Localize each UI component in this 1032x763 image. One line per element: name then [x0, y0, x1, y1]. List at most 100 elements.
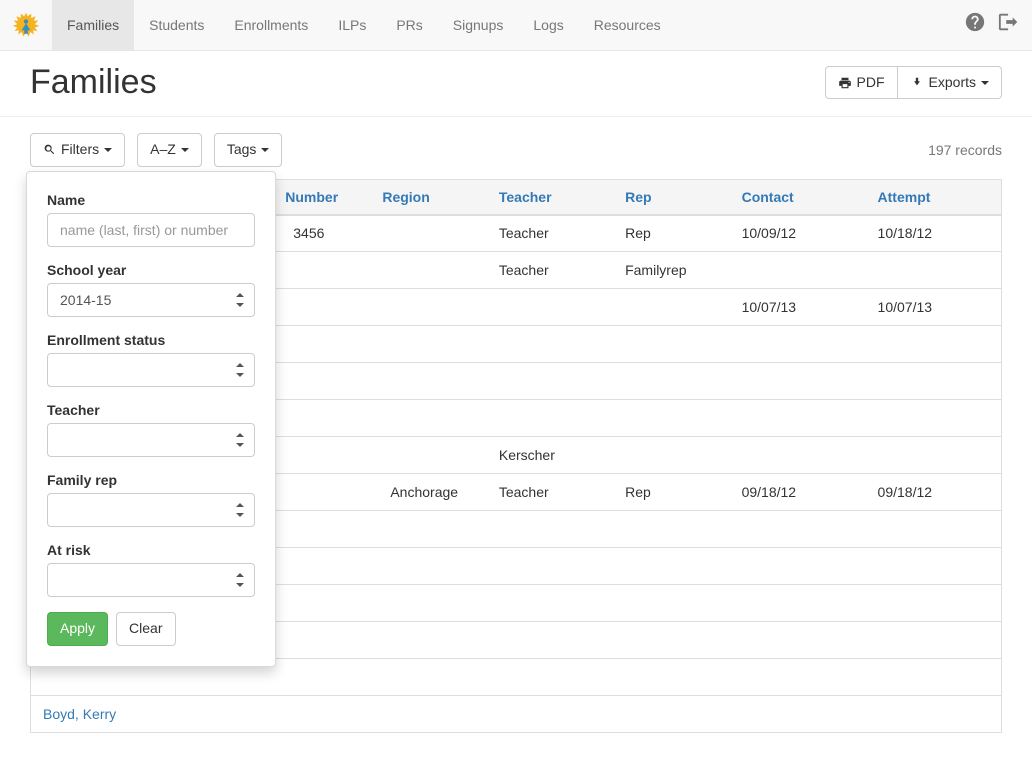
nav-enrollments[interactable]: Enrollments [219, 0, 323, 50]
cell-contact: 10/07/13 [730, 289, 866, 326]
nav-families[interactable]: Families [52, 0, 134, 50]
filters-panel: Name School year 2014-15 Enrollment stat… [26, 171, 276, 667]
cell-number [273, 622, 370, 659]
cell-number [273, 400, 370, 437]
cell-number [273, 511, 370, 548]
sun-person-icon [12, 11, 40, 39]
cell-teacher: Kerscher [487, 437, 613, 474]
cell-attempt [866, 511, 1002, 548]
cell-rep [613, 363, 730, 400]
cell-number [273, 548, 370, 585]
nav-ilps[interactable]: ILPs [323, 0, 381, 50]
caret-down-icon [181, 148, 189, 152]
cell-rep [613, 326, 730, 363]
col-rep[interactable]: Rep [613, 179, 730, 215]
record-count: 197 records [928, 142, 1002, 158]
cell-region [370, 215, 487, 252]
cell-teacher [487, 548, 613, 585]
cell-attempt [866, 659, 1002, 696]
cell-rep [613, 437, 730, 474]
cell-region [370, 548, 487, 585]
page-header: Families PDF Exports [0, 51, 1032, 117]
cell-contact: 09/18/12 [730, 474, 866, 511]
toolbar: Filters A–Z Tags 197 records Name School… [0, 117, 1032, 179]
cell-rep: Familyrep [613, 252, 730, 289]
cell-region [370, 400, 487, 437]
cell-region [370, 511, 487, 548]
cell-teacher [487, 400, 613, 437]
cell-region [370, 622, 487, 659]
at-risk-select[interactable] [47, 563, 255, 597]
cell-region [370, 289, 487, 326]
cell-region [370, 252, 487, 289]
caret-down-icon [261, 148, 269, 152]
cell-contact [730, 548, 866, 585]
col-number[interactable]: Number [273, 179, 370, 215]
cell-attempt [866, 585, 1002, 622]
cell-number [273, 437, 370, 474]
name-label: Name [47, 192, 255, 208]
cell-teacher [487, 511, 613, 548]
tags-button[interactable]: Tags [214, 133, 283, 167]
family-rep-select[interactable] [47, 493, 255, 527]
cell-teacher: Teacher [487, 252, 613, 289]
table-row: Boyd, Kerry [31, 696, 1002, 733]
family-link[interactable]: Boyd, Kerry [43, 706, 116, 722]
brand-logo[interactable] [0, 0, 52, 50]
cell-number: 3456 [273, 215, 370, 252]
cell-rep [613, 585, 730, 622]
name-input[interactable] [47, 213, 255, 247]
az-button[interactable]: A–Z [137, 133, 202, 167]
cell-rep [613, 696, 730, 733]
school-year-select[interactable]: 2014-15 [47, 283, 255, 317]
pdf-button[interactable]: PDF [825, 66, 898, 100]
cell-teacher [487, 363, 613, 400]
cell-number [273, 474, 370, 511]
cell-teacher [487, 659, 613, 696]
clear-button[interactable]: Clear [116, 612, 175, 646]
cell-number [273, 252, 370, 289]
at-risk-label: At risk [47, 542, 255, 558]
cell-rep: Rep [613, 215, 730, 252]
cell-region [370, 696, 487, 733]
cell-attempt [866, 252, 1002, 289]
cell-contact [730, 363, 866, 400]
nav-logs[interactable]: Logs [518, 0, 578, 50]
cell-contact [730, 326, 866, 363]
cell-teacher [487, 585, 613, 622]
teacher-select[interactable] [47, 423, 255, 457]
cell-number [273, 659, 370, 696]
cell-rep [613, 622, 730, 659]
col-teacher[interactable]: Teacher [487, 179, 613, 215]
cell-attempt: 10/07/13 [866, 289, 1002, 326]
cell-number [273, 289, 370, 326]
cell-number [273, 363, 370, 400]
sign-out-icon[interactable] [998, 11, 1020, 39]
help-icon[interactable] [964, 11, 986, 39]
cell-teacher: Teacher [487, 215, 613, 252]
nav-signups[interactable]: Signups [438, 0, 519, 50]
exports-button[interactable]: Exports [898, 66, 1002, 100]
apply-button[interactable]: Apply [47, 612, 108, 646]
cell-rep [613, 400, 730, 437]
filters-button[interactable]: Filters [30, 133, 125, 167]
col-contact[interactable]: Contact [730, 179, 866, 215]
cell-attempt [866, 437, 1002, 474]
school-year-label: School year [47, 262, 255, 278]
cell-attempt [866, 622, 1002, 659]
cell-teacher [487, 696, 613, 733]
cell-attempt [866, 696, 1002, 733]
cell-rep: Rep [613, 474, 730, 511]
cell-attempt: 09/18/12 [866, 474, 1002, 511]
nav-resources[interactable]: Resources [579, 0, 676, 50]
cell-attempt [866, 363, 1002, 400]
cell-contact [730, 400, 866, 437]
cell-rep [613, 289, 730, 326]
col-region[interactable]: Region [370, 179, 487, 215]
cell-contact [730, 252, 866, 289]
nav-students[interactable]: Students [134, 0, 219, 50]
nav-prs[interactable]: PRs [381, 0, 437, 50]
cell-teacher: Teacher [487, 474, 613, 511]
enrollment-status-select[interactable] [47, 353, 255, 387]
col-attempt[interactable]: Attempt [866, 179, 1002, 215]
